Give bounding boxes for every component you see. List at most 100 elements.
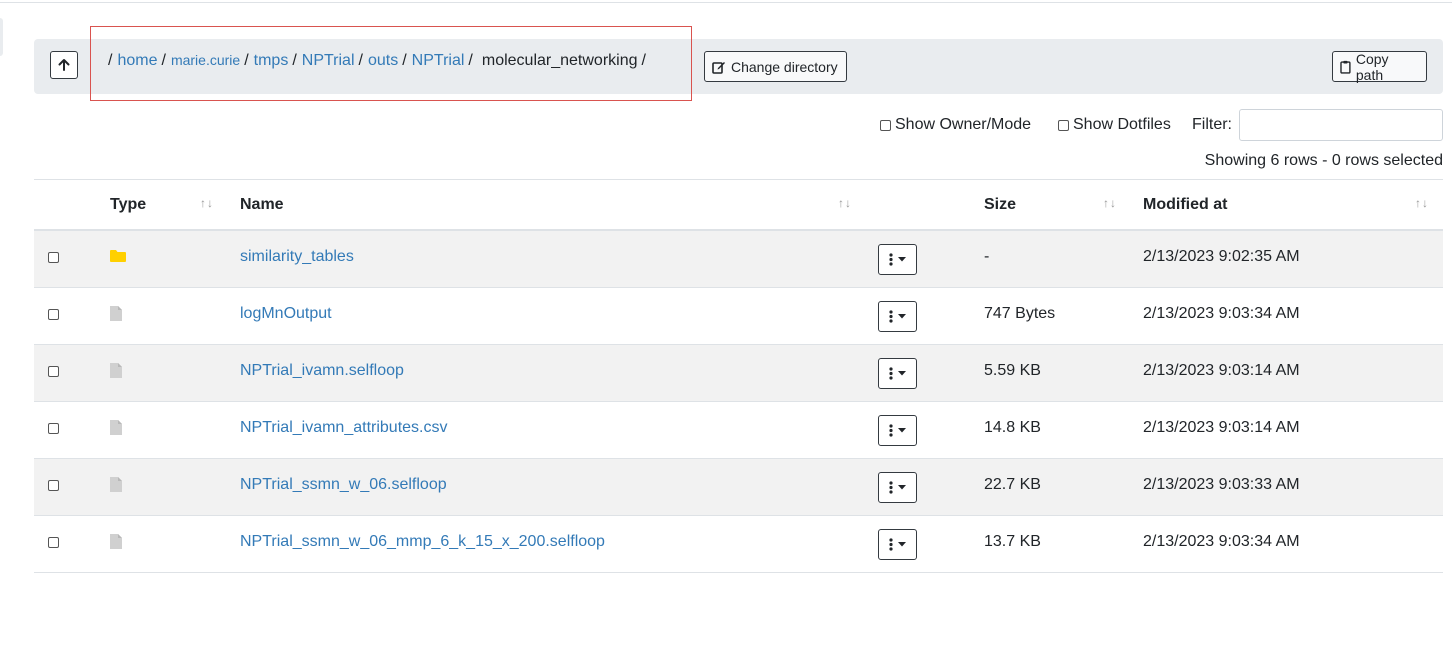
parent-directory-button[interactable]	[50, 51, 78, 79]
caret-down-icon	[898, 257, 906, 262]
row-select-checkbox[interactable]	[48, 480, 59, 491]
filter-label: Filter:	[1192, 116, 1232, 133]
caret-down-icon	[898, 314, 906, 319]
file-size: 13.7 KB	[984, 533, 1041, 550]
folder-icon	[110, 250, 126, 262]
table-row[interactable]: NPTrial_ssmn_w_06_mmp_6_k_15_x_200.selfl…	[34, 516, 1443, 573]
file-icon	[110, 363, 122, 378]
file-icon	[110, 534, 122, 549]
table-row[interactable]: logMnOutput 747 Bytes 2/13/2023 9:03:34 …	[34, 288, 1443, 345]
copy-path-button[interactable]: Copy path	[1332, 50, 1427, 83]
breadcrumb-separator: /	[468, 52, 473, 69]
file-modified: 2/13/2023 9:03:34 AM	[1143, 305, 1300, 322]
table-row[interactable]: NPTrial_ssmn_w_06.selfloop 22.7 KB 2/13/…	[34, 459, 1443, 516]
breadcrumb-separator: /	[402, 52, 407, 69]
row-actions-button[interactable]	[878, 415, 917, 446]
header-modified[interactable]: Modified at	[1143, 196, 1227, 214]
kebab-menu-icon	[889, 367, 893, 380]
kebab-menu-icon	[889, 253, 893, 266]
table-row[interactable]: NPTrial_ivamn_attributes.csv 14.8 KB 2/1…	[34, 402, 1443, 459]
table-row[interactable]: similarity_tables - 2/13/2023 9:02:35 AM	[34, 231, 1443, 288]
file-modified: 2/13/2023 9:02:35 AM	[1143, 248, 1300, 265]
breadcrumb: / home / marie.curie / tmps / NPTrial / …	[108, 52, 651, 74]
show-dotfiles-checkbox[interactable]	[1058, 119, 1069, 131]
file-modified: 2/13/2023 9:03:33 AM	[1143, 476, 1300, 493]
change-directory-label: Change directory	[731, 58, 838, 75]
file-modified: 2/13/2023 9:03:34 AM	[1143, 533, 1300, 550]
file-table: Type ↑↓ Name ↑↓ Size ↑↓ Modified at ↑↓ s…	[34, 179, 1443, 573]
caret-down-icon	[898, 428, 906, 433]
file-name-link[interactable]: NPTrial_ivamn.selfloop	[240, 362, 404, 380]
file-size: 22.7 KB	[984, 476, 1041, 493]
edit-icon	[712, 61, 725, 74]
breadcrumb-separator: /	[292, 52, 297, 69]
sort-modified-icon[interactable]: ↑↓	[1415, 196, 1429, 210]
file-size: -	[984, 248, 990, 265]
file-name-link[interactable]: NPTrial_ivamn_attributes.csv	[240, 419, 447, 437]
breadcrumb-outs[interactable]: outs	[368, 52, 398, 70]
file-name-link[interactable]: logMnOutput	[240, 305, 332, 323]
header-size[interactable]: Size	[984, 196, 1016, 214]
breadcrumb-root-separator: /	[108, 52, 113, 69]
row-select-checkbox[interactable]	[48, 537, 59, 548]
row-select-checkbox[interactable]	[48, 366, 59, 377]
show-dotfiles-label: Show Dotfiles	[1073, 116, 1171, 133]
rows-status: Showing 6 rows - 0 rows selected	[1204, 152, 1443, 169]
change-directory-button[interactable]: Change directory	[704, 51, 847, 82]
side-panel-tab[interactable]	[0, 18, 3, 56]
breadcrumb-separator: /	[358, 52, 363, 69]
kebab-menu-icon	[889, 538, 893, 551]
breadcrumb-nptrial[interactable]: NPTrial	[302, 52, 355, 70]
breadcrumb-separator: /	[244, 52, 249, 69]
path-toolbar: / home / marie.curie / tmps / NPTrial / …	[34, 39, 1443, 94]
row-actions-button[interactable]	[878, 244, 917, 275]
kebab-menu-icon	[889, 310, 893, 323]
kebab-menu-icon	[889, 424, 893, 437]
filter-group: Filter:	[1192, 109, 1443, 141]
header-name[interactable]: Name	[240, 196, 284, 214]
row-actions-button[interactable]	[878, 301, 917, 332]
breadcrumb-nptrial-sub[interactable]: NPTrial	[412, 52, 465, 70]
row-actions-button[interactable]	[878, 472, 917, 503]
header-type[interactable]: Type	[110, 196, 146, 214]
file-size: 14.8 KB	[984, 419, 1041, 436]
file-size: 5.59 KB	[984, 362, 1041, 379]
copy-path-label: Copy path	[1355, 50, 1389, 83]
breadcrumb-tmps[interactable]: tmps	[254, 52, 289, 70]
filter-input[interactable]	[1239, 109, 1443, 141]
breadcrumb-home[interactable]: home	[117, 52, 157, 70]
kebab-menu-icon	[889, 481, 893, 494]
file-name-link[interactable]: NPTrial_ssmn_w_06.selfloop	[240, 476, 447, 494]
table-row[interactable]: NPTrial_ivamn.selfloop 5.59 KB 2/13/2023…	[34, 345, 1443, 402]
show-owner-mode-checkbox[interactable]	[880, 119, 891, 131]
row-actions-button[interactable]	[878, 529, 917, 560]
breadcrumb-current: molecular_networking	[481, 52, 638, 69]
row-actions-button[interactable]	[878, 358, 917, 389]
file-name-link[interactable]: NPTrial_ssmn_w_06_mmp_6_k_15_x_200.selfl…	[240, 533, 605, 551]
caret-down-icon	[898, 371, 906, 376]
row-select-checkbox[interactable]	[48, 309, 59, 320]
row-select-checkbox[interactable]	[48, 252, 59, 263]
file-icon	[110, 420, 122, 435]
breadcrumb-trailing-separator: /	[641, 52, 646, 69]
file-icon	[110, 477, 122, 492]
show-owner-mode-label: Show Owner/Mode	[895, 116, 1032, 133]
file-modified: 2/13/2023 9:03:14 AM	[1143, 419, 1300, 436]
breadcrumb-user[interactable]: marie.curie	[171, 52, 240, 68]
top-divider	[0, 2, 1452, 3]
caret-down-icon	[898, 485, 906, 490]
show-owner-mode-option[interactable]: Show Owner/Mode	[880, 109, 1031, 141]
file-modified: 2/13/2023 9:03:14 AM	[1143, 362, 1300, 379]
caret-down-icon	[898, 542, 906, 547]
file-name-link[interactable]: similarity_tables	[240, 248, 354, 266]
row-select-checkbox[interactable]	[48, 423, 59, 434]
sort-name-icon[interactable]: ↑↓	[838, 196, 852, 210]
table-header: Type ↑↓ Name ↑↓ Size ↑↓ Modified at ↑↓	[34, 180, 1443, 231]
show-dotfiles-option[interactable]: Show Dotfiles	[1058, 109, 1171, 141]
breadcrumb-separator: /	[161, 52, 166, 69]
file-size: 747 Bytes	[984, 305, 1056, 322]
arrow-up-icon	[58, 59, 70, 71]
clipboard-icon	[1340, 60, 1351, 74]
sort-size-icon[interactable]: ↑↓	[1103, 196, 1117, 210]
sort-type-icon[interactable]: ↑↓	[200, 196, 214, 210]
